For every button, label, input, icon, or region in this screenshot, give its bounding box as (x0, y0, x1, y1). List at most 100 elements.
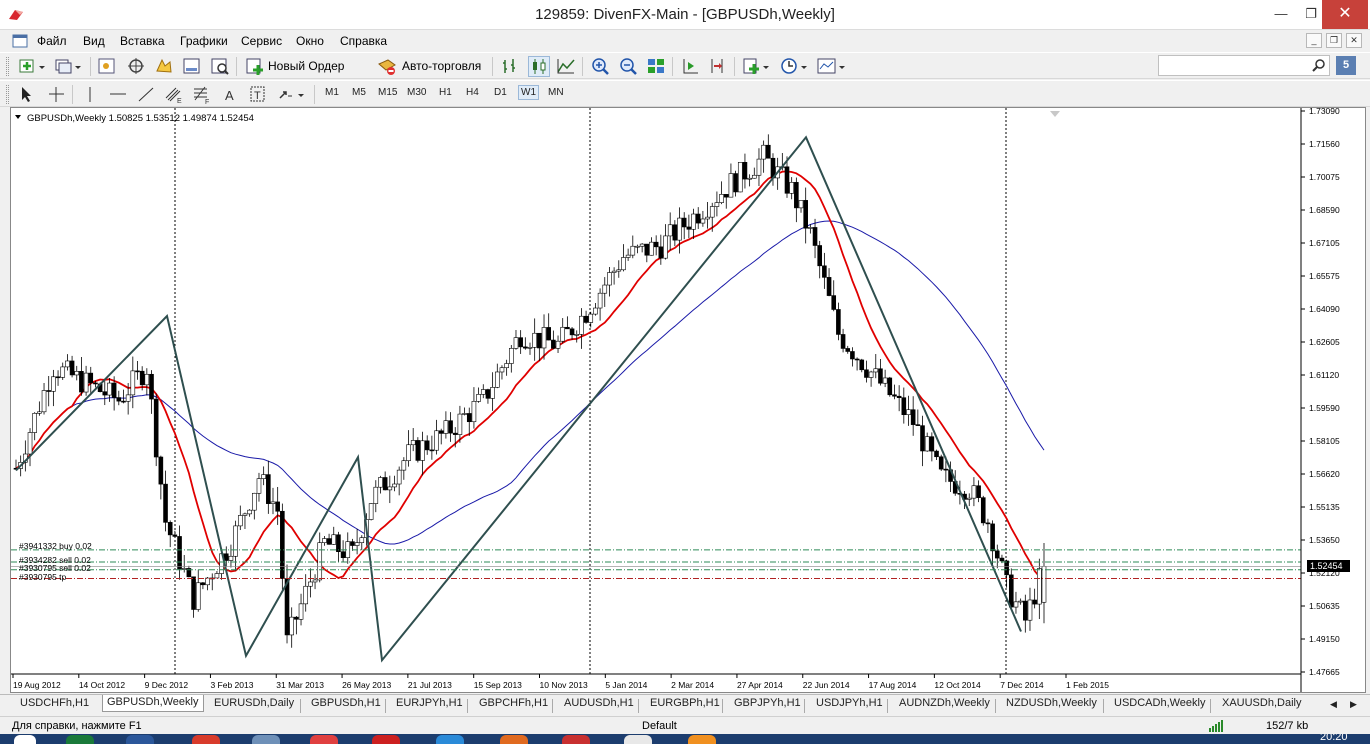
new-chart-icon[interactable] (18, 56, 46, 77)
taskbar-app-icon[interactable] (500, 735, 528, 744)
new-order-button[interactable]: Новый Ордер (268, 59, 344, 73)
candle-body (761, 144, 766, 160)
timeframe-m1[interactable]: M1 (325, 87, 339, 98)
tab-usdcad-weekly[interactable]: USDCADh,Weekly (1114, 697, 1206, 709)
search-icon[interactable] (1312, 58, 1326, 72)
tab-eurusd-daily[interactable]: EURUSDh,Daily (214, 697, 294, 709)
templates-icon[interactable] (816, 56, 846, 77)
zoom-in-icon[interactable] (590, 56, 610, 77)
timeframe-mn[interactable]: MN (548, 87, 564, 98)
tab-audnzd-weekly[interactable]: AUDNZDh,Weekly (899, 697, 990, 709)
menu-window[interactable]: Окно (296, 34, 324, 48)
autotrading-button[interactable]: Авто-торговля (402, 59, 481, 73)
horizontal-line-icon[interactable] (108, 84, 128, 105)
tab-gbpchf-h1[interactable]: GBPCHFh,H1 (479, 697, 548, 709)
taskbar-app-icon[interactable] (192, 735, 220, 744)
tab-gbpusd-h1[interactable]: GBPUSDh,H1 (311, 697, 381, 709)
price-chart[interactable]: 1.73090 1.71560 1.70075 1.68590 1.67105 1.655… (11, 108, 1365, 692)
search-input[interactable] (1158, 55, 1330, 76)
taskbar-app-icon[interactable] (252, 735, 280, 744)
indicators-icon[interactable] (742, 56, 770, 77)
toolbar-grip[interactable] (6, 57, 9, 76)
taskbar-app-icon[interactable] (372, 735, 400, 744)
periods-clock-icon[interactable] (780, 56, 808, 77)
candle-body (223, 553, 229, 561)
mdi-close-button[interactable]: ✕ (1346, 33, 1362, 48)
candle-body (312, 579, 318, 583)
market-watch-icon[interactable] (97, 56, 117, 77)
close-button[interactable]: ✕ (1322, 0, 1368, 29)
start-icon[interactable] (14, 735, 36, 744)
chart-shift-icon[interactable] (708, 56, 728, 77)
tab-nzdusd-weekly[interactable]: NZDUSDh,Weekly (1006, 697, 1097, 709)
profiles-icon[interactable] (54, 56, 82, 77)
taskbar-app-icon[interactable] (624, 735, 652, 744)
minimize-button[interactable]: — (1266, 0, 1296, 29)
candle-body (733, 173, 738, 193)
menu-tools[interactable]: Сервис (241, 34, 282, 48)
tab-gbpusd-weekly[interactable]: GBPUSDh,Weekly (102, 695, 204, 712)
vertical-line-icon[interactable] (80, 84, 100, 105)
tab-gbpjpy-h1[interactable]: GBPJPYh,H1 (734, 697, 801, 709)
candle-body (415, 440, 421, 461)
timeframe-w1[interactable]: W1 (518, 85, 539, 100)
menu-file[interactable]: Файл (37, 34, 67, 48)
taskbar-app-icon[interactable] (562, 735, 590, 744)
tab-audusd-h1[interactable]: AUDUSDh,H1 (564, 697, 634, 709)
menu-view[interactable]: Вид (83, 34, 105, 48)
data-window-icon[interactable] (126, 56, 146, 77)
cursor-icon[interactable] (16, 84, 36, 105)
text-label-icon[interactable]: T (248, 84, 268, 105)
zoom-out-icon[interactable] (618, 56, 638, 77)
strategy-tester-icon[interactable] (210, 56, 230, 77)
tab-scroll-right-icon[interactable]: ▶ (1350, 699, 1357, 710)
timeframe-h4[interactable]: H4 (466, 87, 479, 98)
menu-charts[interactable]: Графики (180, 34, 228, 48)
tab-xauusd-daily[interactable]: XAUUSDh,Daily (1222, 697, 1301, 709)
toolbar-grip[interactable] (6, 85, 9, 104)
taskbar-app-icon[interactable] (126, 735, 154, 744)
navigator-icon[interactable] (154, 56, 174, 77)
taskbar-app-icon[interactable] (436, 735, 464, 744)
taskbar-app-icon[interactable] (688, 735, 716, 744)
timeframe-h1[interactable]: H1 (439, 87, 452, 98)
chart-shift-marker[interactable] (1050, 111, 1060, 117)
timeframe-m30[interactable]: M30 (407, 87, 426, 98)
symbol-menu-icon[interactable] (15, 115, 21, 119)
mdi-restore-button[interactable]: ❐ (1326, 33, 1342, 48)
autoscroll-icon[interactable] (680, 56, 700, 77)
mdi-minimize-button[interactable]: _ (1306, 33, 1322, 48)
trendline-icon[interactable] (136, 84, 156, 105)
terminal-icon[interactable] (182, 56, 202, 77)
candle-body (228, 555, 234, 561)
line-chart-icon[interactable] (556, 56, 576, 77)
menu-insert[interactable]: Вставка (120, 34, 165, 48)
timeframe-d1[interactable]: D1 (494, 87, 507, 98)
menu-help[interactable]: Справка (340, 34, 387, 48)
new-order-icon[interactable] (244, 56, 266, 77)
tile-windows-icon[interactable] (646, 56, 666, 77)
equidistant-channel-icon[interactable]: E (164, 84, 184, 105)
timeframe-m15[interactable]: M15 (378, 87, 397, 98)
crosshair-icon[interactable] (46, 84, 66, 105)
arrows-icon[interactable] (276, 84, 306, 105)
bar-chart-icon[interactable] (500, 56, 520, 77)
tab-usdjpy-h1[interactable]: USDJPYh,H1 (816, 697, 883, 709)
tab-eurgbp-h1[interactable]: EURGBPh,H1 (650, 697, 720, 709)
chart-window-icon[interactable] (12, 33, 28, 49)
text-tool-icon[interactable]: A (220, 84, 240, 105)
candle-body (303, 585, 309, 605)
tab-usdchf-h1[interactable]: USDCHFh,H1 (20, 697, 89, 709)
taskbar-app-icon[interactable] (66, 735, 94, 744)
autotrading-icon[interactable] (376, 56, 398, 77)
candle-body (794, 182, 799, 209)
candle-body (616, 269, 622, 272)
chart-window[interactable]: 1.73090 1.71560 1.70075 1.68590 1.67105 1.655… (10, 107, 1366, 693)
taskbar-app-icon[interactable] (310, 735, 338, 744)
tab-scroll-left-icon[interactable]: ◀ (1330, 699, 1337, 710)
fibonacci-icon[interactable]: F (192, 84, 212, 105)
tab-eurjpy-h1[interactable]: EURJPYh,H1 (396, 697, 463, 709)
candlestick-chart-icon[interactable] (528, 56, 550, 77)
help-badge-button[interactable]: 5 (1336, 56, 1356, 75)
timeframe-m5[interactable]: M5 (352, 87, 366, 98)
